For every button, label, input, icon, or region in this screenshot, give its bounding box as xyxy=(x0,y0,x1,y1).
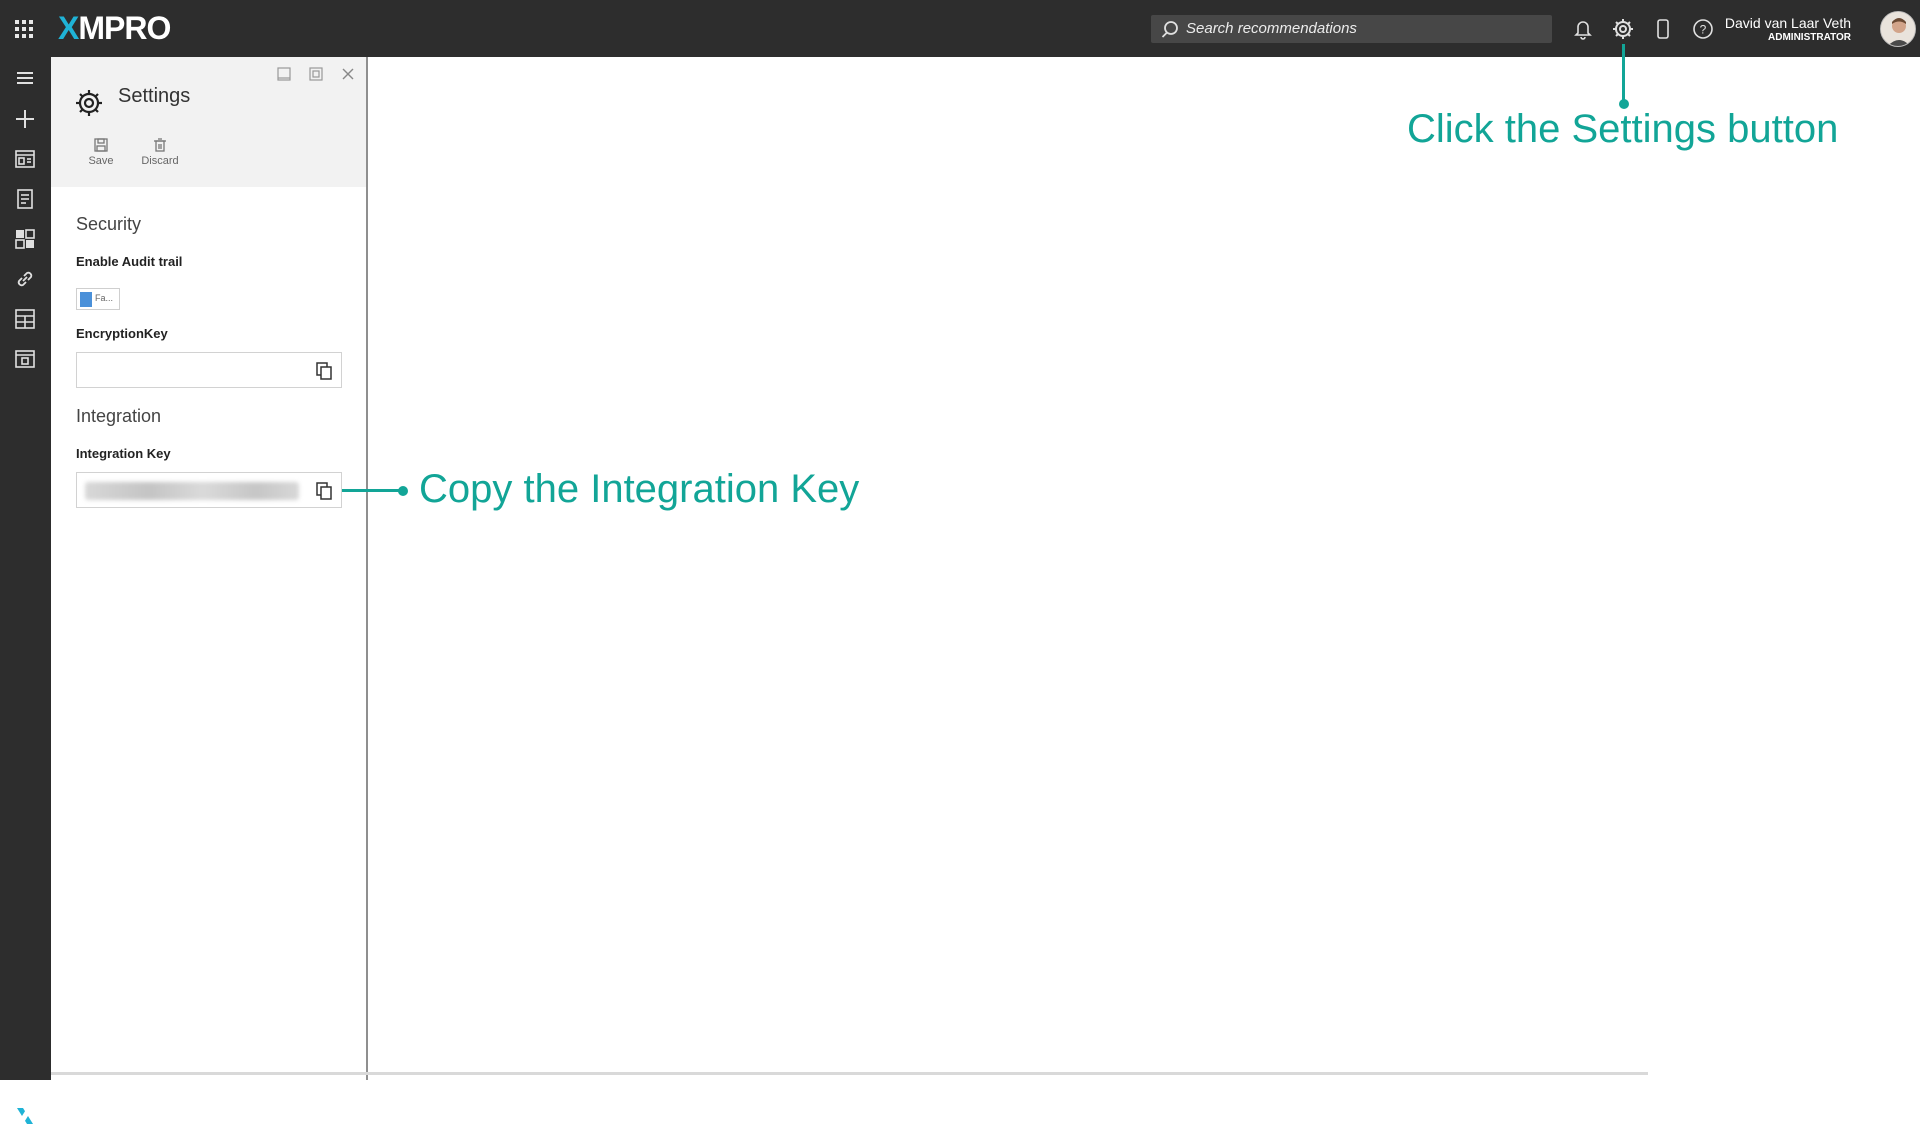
toggle-knob xyxy=(80,292,92,307)
link-icon[interactable] xyxy=(13,267,37,291)
menu-icon[interactable] xyxy=(13,66,37,90)
panel-title: Settings xyxy=(118,85,191,107)
settings-panel: Settings Save Discard Security Enable Au… xyxy=(51,57,368,1080)
copy-icon[interactable] xyxy=(314,361,334,381)
discard-button[interactable]: Discard xyxy=(135,137,185,167)
search-input[interactable]: Search recommendations xyxy=(1151,15,1552,43)
trash-icon xyxy=(154,138,166,152)
encryption-key-label: EncryptionKey xyxy=(76,326,168,341)
horizontal-scrollbar[interactable] xyxy=(51,1072,1648,1075)
dashboard-icon[interactable] xyxy=(13,147,37,171)
settings-gear-icon[interactable] xyxy=(1610,16,1636,42)
copy-icon[interactable] xyxy=(314,481,334,501)
integration-hint: Copy the Integration Key xyxy=(419,467,860,511)
bell-icon[interactable] xyxy=(1570,16,1596,42)
mobile-icon[interactable] xyxy=(1650,16,1676,42)
widgets-icon[interactable] xyxy=(13,227,37,251)
settings-hint: Click the Settings button xyxy=(1407,107,1839,151)
discard-label: Discard xyxy=(141,155,179,167)
left-nav-rail xyxy=(0,57,51,1124)
panel-header: Settings Save Discard xyxy=(51,57,366,187)
grid-icon[interactable] xyxy=(13,307,37,331)
user-role: ADMINISTRATOR xyxy=(1768,32,1851,43)
top-bar: XMPRO Search recommendations ? David van… xyxy=(0,0,1920,57)
apps-grid-icon[interactable] xyxy=(12,17,36,41)
logo-text: MPRO xyxy=(78,10,171,46)
toggle-value: Fa... xyxy=(95,293,114,303)
audit-trail-label: Enable Audit trail xyxy=(76,254,183,269)
close-icon[interactable] xyxy=(339,65,357,83)
avatar[interactable] xyxy=(1880,11,1916,47)
search-icon xyxy=(1161,21,1178,38)
integration-heading: Integration xyxy=(76,406,162,426)
table-icon[interactable] xyxy=(13,347,37,371)
save-label: Save xyxy=(88,155,114,167)
annotation-dot xyxy=(398,486,408,496)
svg-text:?: ? xyxy=(1700,23,1707,37)
save-icon xyxy=(94,138,108,152)
xmpro-logo[interactable]: XMPRO xyxy=(58,8,171,48)
annotation-line xyxy=(1622,44,1625,101)
redacted-key-value xyxy=(85,482,299,500)
logo-x: X xyxy=(58,10,79,46)
maximize-icon[interactable] xyxy=(307,65,325,83)
xmpro-x-icon[interactable] xyxy=(13,1104,37,1128)
audit-trail-toggle[interactable]: Fa... xyxy=(76,288,120,310)
plus-icon[interactable] xyxy=(13,107,37,131)
search-placeholder: Search recommendations xyxy=(1186,20,1357,37)
security-heading: Security xyxy=(76,214,142,234)
save-button[interactable]: Save xyxy=(76,137,126,167)
integration-key-label: Integration Key xyxy=(76,446,171,461)
report-icon[interactable] xyxy=(13,187,37,211)
settings-gear-icon xyxy=(76,90,102,116)
annotation-line xyxy=(342,489,404,492)
encryption-key-field[interactable] xyxy=(76,352,342,388)
minimize-icon[interactable] xyxy=(275,65,293,83)
integration-key-field[interactable] xyxy=(76,472,342,508)
help-icon[interactable]: ? xyxy=(1690,16,1716,42)
user-name[interactable]: David van Laar Veth xyxy=(1725,15,1851,31)
